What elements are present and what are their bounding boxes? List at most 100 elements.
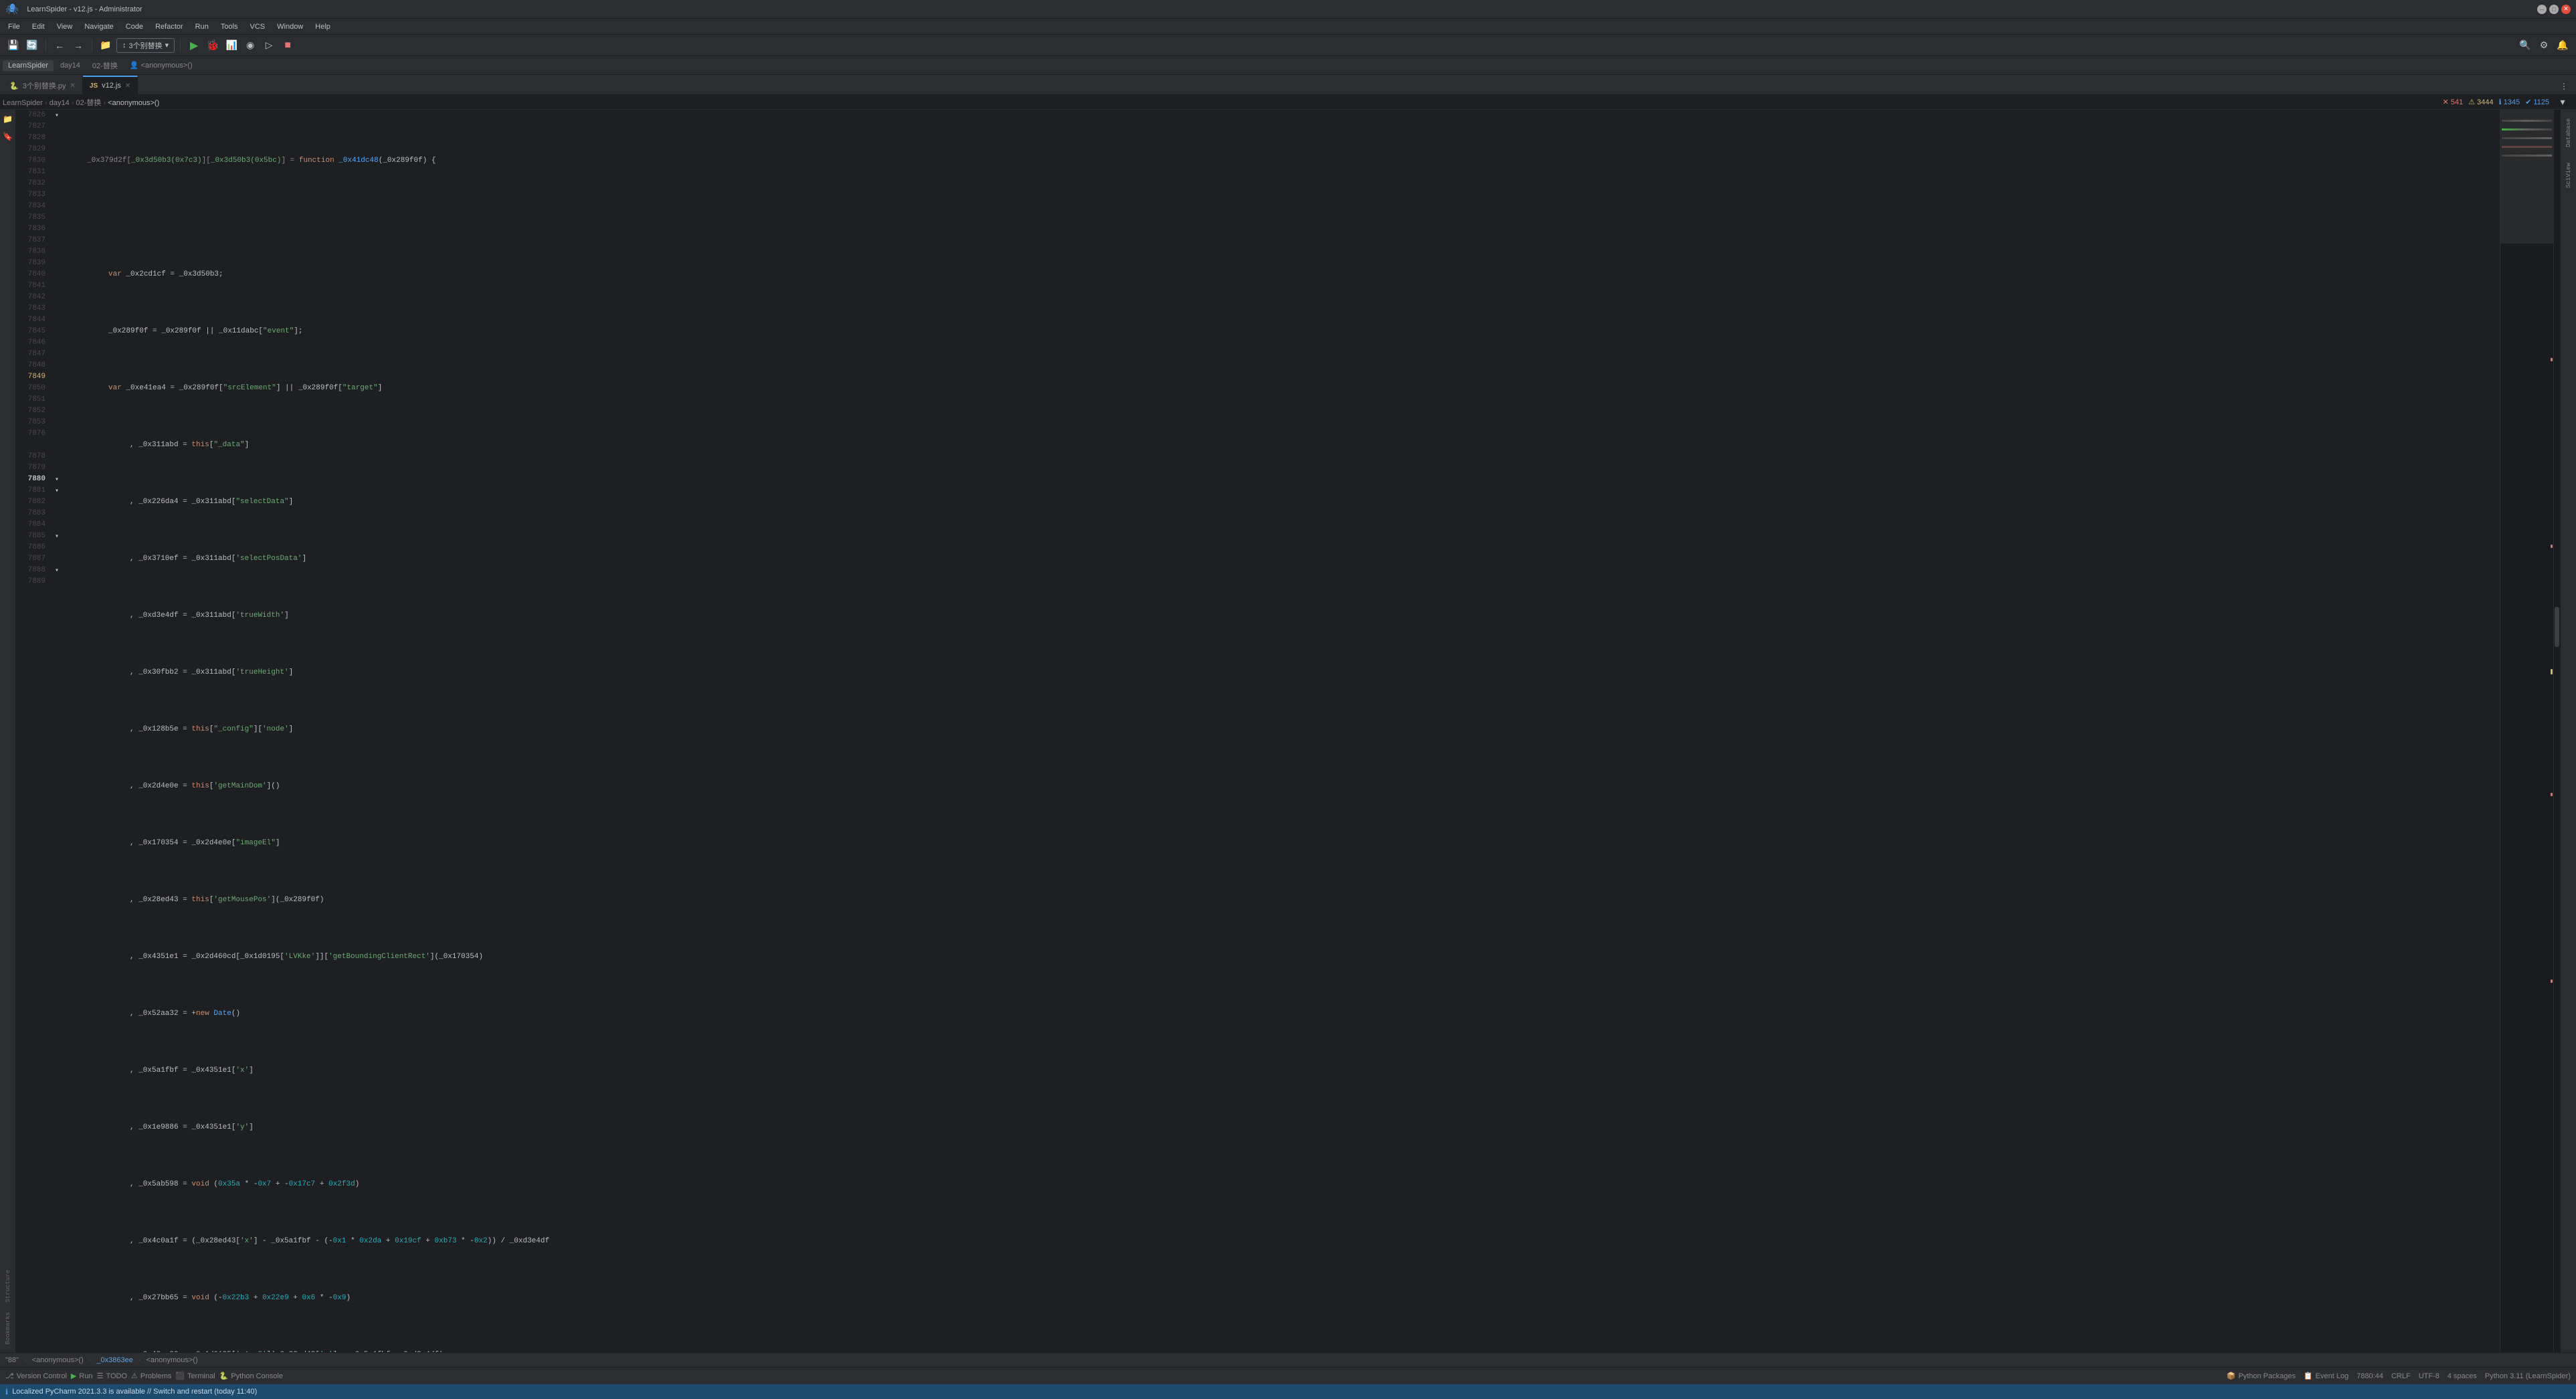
gutter-fold-7885[interactable]: ▾ xyxy=(51,531,63,542)
status-python-console-btn[interactable]: 🐍 Python Console xyxy=(219,1372,283,1380)
python-packages-icon: 📦 xyxy=(2227,1372,2236,1380)
window-close[interactable]: ✕ xyxy=(2561,5,2571,14)
status-run-btn[interactable]: ▶ Run xyxy=(71,1372,93,1380)
warning-count[interactable]: ⚠ 3444 xyxy=(2468,98,2493,106)
gutter-fold-7880[interactable]: ▾ xyxy=(51,474,63,485)
toolbar-replace-btn[interactable]: ↕ 3个别替换 ▾ xyxy=(116,38,175,53)
indicators-expand[interactable]: ▾ xyxy=(2555,94,2571,110)
status-indent[interactable]: 4 spaces xyxy=(2448,1372,2477,1380)
line-num-7882: 7882 xyxy=(21,496,45,508)
menu-window[interactable]: Window xyxy=(272,21,308,32)
status-python-packages[interactable]: 📦 Python Packages xyxy=(2227,1372,2296,1380)
project-tabs: LearnSpider day14 02-替换 👤 <anonymous>() xyxy=(0,56,2576,75)
code-line-7826: _0x379d2f[_0x3d50b3(0x7c3)][_0x3d50b3(0x… xyxy=(66,155,2497,167)
status-python-version[interactable]: Python 3.11 (LearnSpider) xyxy=(2485,1372,2571,1380)
status-line-ending[interactable]: CRLF xyxy=(2391,1372,2411,1380)
info-count[interactable]: ℹ 1345 xyxy=(2498,98,2520,106)
gutter-7848 xyxy=(51,360,63,371)
status-terminal-btn[interactable]: ⬛ Terminal xyxy=(175,1372,215,1380)
terminal-icon: ⬛ xyxy=(175,1372,185,1380)
right-sidebar-database[interactable]: Database xyxy=(2562,112,2575,153)
left-panel-project[interactable]: 📁 xyxy=(1,112,15,126)
error-indicators: ✕ 541 ⚠ 3444 ℹ 1345 ✔ 1125 ▾ xyxy=(2443,94,2573,110)
line-num-7831: 7831 xyxy=(21,167,45,178)
hint-icon: ✔ xyxy=(2525,98,2531,106)
left-panel-bookmarks[interactable]: 🔖 xyxy=(1,130,15,143)
status-encoding[interactable]: UTF-8 xyxy=(2419,1372,2440,1380)
toolbar-back[interactable]: ← xyxy=(52,37,68,54)
gutter-7831 xyxy=(51,167,63,178)
project-tab-user[interactable]: 👤 <anonymous>() xyxy=(124,60,198,71)
minimap[interactable] xyxy=(2500,110,2553,1352)
error-count[interactable]: ✕ 541 xyxy=(2443,98,2464,106)
gutter-fold-7881[interactable]: ▾ xyxy=(51,485,63,496)
gutter-7889 xyxy=(51,576,63,587)
code-line-7832: , _0x226da4 = _0x311abd["selectData"] xyxy=(66,496,2497,508)
toolbar-settings[interactable]: ⚙ xyxy=(2536,37,2552,54)
bottom-context2: <anonymous>() xyxy=(146,1356,198,1364)
status-problems-btn[interactable]: ⚠ Problems xyxy=(131,1372,171,1380)
menu-navigate[interactable]: Navigate xyxy=(79,21,118,32)
menu-code[interactable]: Code xyxy=(120,21,148,32)
bottom-nav-bar: "88" · <anonymous>() · _0x3863ee · <anon… xyxy=(0,1352,2576,1367)
tab-settings[interactable]: ⋮ xyxy=(2556,78,2572,94)
right-sidebar-sciview[interactable]: SciView xyxy=(2562,155,2575,195)
scrollbar-thumb[interactable] xyxy=(2555,607,2559,647)
menu-file[interactable]: File xyxy=(3,21,25,32)
project-tab-day14[interactable]: day14 xyxy=(55,60,86,71)
tab-py-file[interactable]: 🐍 3个别替换.py ✕ xyxy=(3,76,83,94)
minimap-error-mark2 xyxy=(2551,545,2553,548)
menu-run[interactable]: Run xyxy=(190,21,214,32)
status-event-log[interactable]: 📋 Event Log xyxy=(2304,1372,2349,1380)
toolbar-profile[interactable]: 📊 xyxy=(223,37,239,54)
toolbar-run[interactable]: ▶ xyxy=(186,37,202,54)
window-minimize[interactable]: ─ xyxy=(2537,5,2547,14)
line-num-7881: 7881 xyxy=(21,485,45,496)
line-num-7838: 7838 xyxy=(21,246,45,258)
gutter-fold-7888[interactable]: ▾ xyxy=(51,565,63,576)
breadcrumb: LearnSpider › day14 › 02-替换 › <anonymous… xyxy=(3,97,159,108)
error-number: 541 xyxy=(2451,98,2463,106)
line-num-blank xyxy=(21,440,45,451)
code-line-7838: , _0x170354 = _0x2d4e0e["imageEl"] xyxy=(66,838,2497,849)
line-num-7847: 7847 xyxy=(21,349,45,360)
line-num-7843: 7843 xyxy=(21,303,45,314)
tab-js-close[interactable]: ✕ xyxy=(125,82,130,90)
project-tab-changelist[interactable]: 02-替换 xyxy=(87,59,123,72)
menu-edit[interactable]: Edit xyxy=(27,21,50,32)
menu-tools[interactable]: Tools xyxy=(215,21,243,32)
menu-vcs[interactable]: VCS xyxy=(245,21,271,32)
status-todo-btn[interactable]: ☰ TODO xyxy=(97,1372,127,1380)
toolbar-breadcrumb-toggle[interactable]: 📁 xyxy=(98,37,114,54)
hint-count[interactable]: ✔ 1125 xyxy=(2525,98,2549,106)
gutter-7850 xyxy=(51,383,63,394)
project-tab-learnspider[interactable]: LearnSpider xyxy=(3,60,54,71)
gutter-fold-7826[interactable]: ▾ xyxy=(51,110,63,121)
menu-refactor[interactable]: Refactor xyxy=(150,21,189,32)
toolbar-run-with-coverage[interactable]: ▷ xyxy=(261,37,277,54)
status-git[interactable]: ⎇ Version Control xyxy=(5,1372,67,1380)
toolbar-save[interactable]: 💾 xyxy=(5,37,21,54)
line-num-7834: 7834 xyxy=(21,201,45,212)
left-panel-bookmarks-label[interactable]: Bookmarks xyxy=(5,1309,11,1347)
window-maximize[interactable]: □ xyxy=(2549,5,2559,14)
vertical-scrollbar[interactable] xyxy=(2553,110,2560,1352)
menu-view[interactable]: View xyxy=(52,21,78,32)
tab-js-file[interactable]: JS v12.js ✕ xyxy=(83,76,138,94)
line-num-7853: 7853 xyxy=(21,417,45,428)
toolbar-notifications[interactable]: 🔔 xyxy=(2555,37,2571,54)
status-position[interactable]: 7880:44 xyxy=(2357,1372,2383,1380)
toolbar-stop[interactable]: ■ xyxy=(280,37,296,54)
toolbar-debug[interactable]: 🐞 xyxy=(205,37,221,54)
toolbar-search[interactable]: 🔍 xyxy=(2517,37,2533,54)
code-line-7846: , _0x27bb65 = void (-0x22b3 + 0x22e9 + 0… xyxy=(66,1293,2497,1304)
left-panel-structure-label[interactable]: Structure xyxy=(5,1267,11,1305)
toolbar-forward[interactable]: → xyxy=(70,37,86,54)
notification-text: Localized PyCharm 2021.3.3 is available … xyxy=(12,1388,257,1396)
tab-py-close[interactable]: ✕ xyxy=(70,82,76,90)
toolbar-coverage[interactable]: ◉ xyxy=(242,37,258,54)
line-num-7836: 7836 xyxy=(21,223,45,235)
toolbar-sync[interactable]: 🔄 xyxy=(24,37,40,54)
menu-help[interactable]: Help xyxy=(310,21,336,32)
code-editor[interactable]: _0x379d2f[_0x3d50b3(0x7c3)][_0x3d50b3(0x… xyxy=(63,110,2500,1352)
